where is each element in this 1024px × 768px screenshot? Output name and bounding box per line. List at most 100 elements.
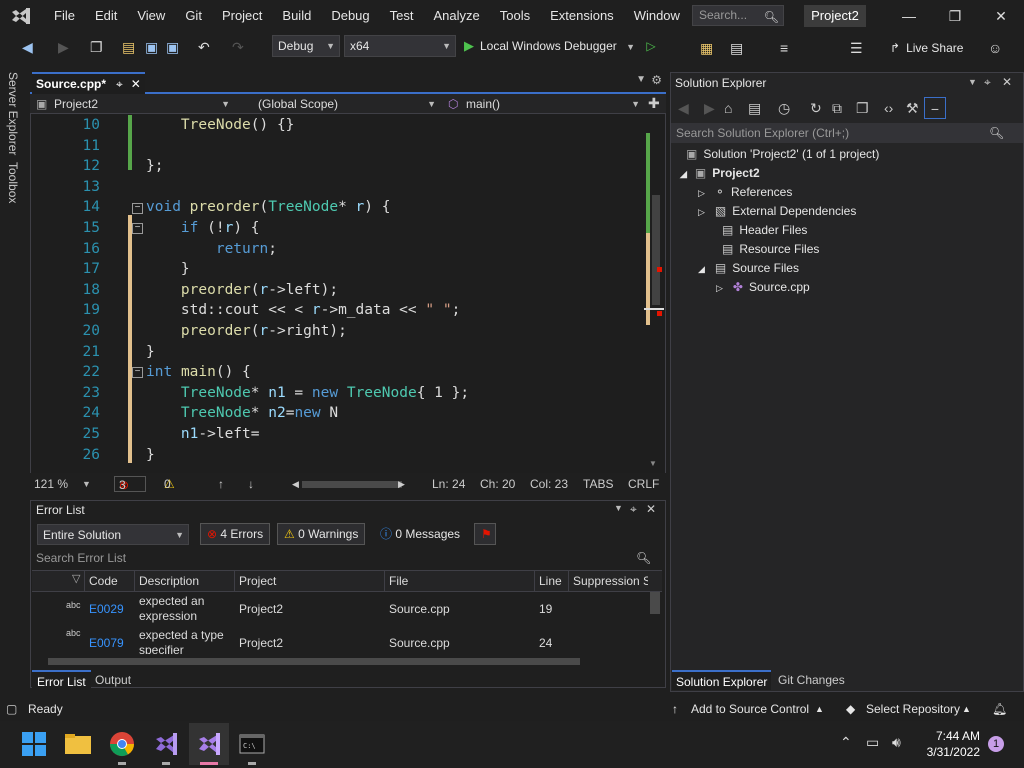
column-code[interactable]: Code [84, 571, 134, 591]
expand-icon[interactable]: ▷ [698, 188, 705, 198]
pin-icon[interactable]: ⌖ [630, 502, 637, 517]
menu-project[interactable]: Project [212, 0, 272, 32]
preview-toggle-icon[interactable]: − [924, 97, 946, 119]
solution-search-input[interactable]: Search Solution Explorer (Ctrl+;) 🔍︎ [671, 123, 1023, 143]
close-window-button[interactable]: ✕ [978, 0, 1024, 32]
comment-icon[interactable]: ☰ [850, 39, 863, 57]
code-line[interactable]: 15 if (!r) { [32, 218, 644, 239]
add-to-source-control-button[interactable]: Add to Source Control [691, 697, 809, 721]
pin-icon[interactable]: ⌖ [984, 75, 991, 90]
horizontal-scroll-thumb[interactable] [302, 481, 402, 488]
tab-output[interactable]: Output [95, 670, 131, 690]
align-icon[interactable]: ≡ [780, 39, 788, 57]
configuration-dropdown[interactable]: Debug ▼ [272, 35, 340, 57]
code-line[interactable]: 12}; [32, 156, 644, 177]
pin-icon[interactable]: ⌖ [116, 77, 123, 91]
menu-file[interactable]: File [44, 0, 85, 32]
select-repository-button[interactable]: Select Repository [866, 697, 960, 721]
close-icon[interactable]: ✕ [1002, 75, 1012, 89]
open-folder-icon[interactable]: ▤ [122, 38, 135, 56]
error-code[interactable]: E0079 [89, 636, 124, 650]
back-icon[interactable]: ◀ [22, 38, 33, 56]
notifications-bell-icon[interactable]: 🔔︎ [992, 697, 1007, 721]
code-line[interactable]: 25 n1->left= [32, 424, 644, 445]
menu-window[interactable]: Window [624, 0, 690, 32]
menu-extensions[interactable]: Extensions [540, 0, 624, 32]
column-project[interactable]: Project [234, 571, 384, 591]
back-icon[interactable]: ◀ [678, 97, 689, 119]
history-icon[interactable]: ◷ [778, 97, 790, 119]
expand-icon[interactable]: ▷ [716, 283, 723, 293]
project-dropdown[interactable]: ▣ Project2 ▼ [32, 95, 234, 113]
menu-analyze[interactable]: Analyze [423, 0, 489, 32]
previous-issue-icon[interactable]: ↑ [218, 473, 224, 495]
column-file[interactable]: File [384, 571, 534, 591]
tree-node-source-cpp[interactable]: ▷ ✤ Source.cpp [716, 278, 810, 297]
settings-gear-icon[interactable]: ⚙ [651, 73, 662, 87]
chevron-down-icon[interactable]: ▼ [626, 42, 635, 52]
scroll-left-icon[interactable]: ◀ [292, 473, 299, 495]
code-line[interactable]: 24 TreeNode* n2=new N [32, 403, 644, 424]
tree-node-external-dependencies[interactable]: ▷ ▧ External Dependencies [698, 202, 856, 221]
visual-studio-code-icon[interactable] [150, 728, 182, 760]
chevron-up-icon[interactable]: ▲ [962, 697, 971, 721]
code-line[interactable]: 18 preorder(r->left); [32, 280, 644, 301]
tab-error-list[interactable]: Error List [32, 670, 91, 690]
menu-test[interactable]: Test [380, 0, 424, 32]
code-line[interactable]: 11 [32, 136, 644, 157]
undo-icon[interactable]: ↶ [198, 38, 210, 56]
tree-node-references[interactable]: ▷ ⚬ References [698, 183, 792, 202]
code-line[interactable]: 14 void preorder(TreeNode* r) { [32, 197, 644, 218]
solution-node[interactable]: ▣ Solution 'Project2' (1 of 1 project) [686, 145, 879, 164]
menu-tools[interactable]: Tools [490, 0, 540, 32]
filter-icon[interactable]: ▽ [72, 572, 80, 585]
maximize-button[interactable]: ❐ [932, 0, 978, 32]
column-line[interactable]: Line [534, 571, 568, 591]
layout-icon[interactable]: ▤ [730, 39, 743, 57]
collapse-all-icon[interactable]: ⧉ [832, 97, 842, 119]
errors-indicator[interactable]: ⊗ 3 [114, 476, 146, 492]
redo-icon[interactable]: ↷ [232, 38, 244, 56]
chevron-down-icon[interactable]: ▼ [82, 473, 91, 495]
new-project-icon[interactable]: ❐ [90, 38, 103, 56]
start-debugging-button[interactable]: ▶ Local Windows Debugger ▼ ▷ [464, 36, 656, 57]
tree-node-resource-files[interactable]: ▤ Resource Files [722, 240, 819, 259]
project-node[interactable]: ◢ ▣ Project2 [680, 164, 760, 183]
expanded-icon[interactable]: ◢ [698, 264, 705, 274]
tree-node-header-files[interactable]: ▤ Header Files [722, 221, 807, 240]
line-ending[interactable]: CRLF [628, 473, 659, 495]
zoom-level[interactable]: 121 % [34, 473, 68, 495]
menu-view[interactable]: View [127, 0, 175, 32]
table-row[interactable]: abc E0079 expected a type specifier Proj… [32, 626, 648, 654]
table-row[interactable]: abc E0029 expected an expression Project… [32, 592, 648, 626]
forward-icon[interactable]: ▶ [58, 38, 69, 56]
folder-icon[interactable]: ▦ [700, 39, 713, 57]
toolbox-tab[interactable]: Toolbox [6, 162, 20, 203]
live-share-button[interactable]: ↱ Live Share [890, 39, 963, 57]
editor-vertical-scrollbar[interactable]: ▼ [644, 115, 664, 471]
tab-overflow-icon[interactable]: ▼ [636, 74, 646, 85]
chevron-down-icon[interactable]: ▼ [968, 77, 977, 87]
visual-studio-icon[interactable] [193, 728, 225, 760]
server-explorer-tab[interactable]: Server Explorer [6, 72, 20, 155]
warnings-filter-button[interactable]: ⚠ 0 Warnings [277, 523, 366, 545]
switch-views-icon[interactable]: ▤ [748, 97, 761, 119]
column-suppression[interactable]: Suppression S [568, 571, 648, 591]
home-icon[interactable]: ⌂ [724, 97, 732, 119]
chevron-up-icon[interactable]: ⌃ [840, 734, 852, 751]
expand-icon[interactable]: ▷ [698, 207, 705, 217]
tab-solution-explorer[interactable]: Solution Explorer [672, 670, 772, 690]
start-without-debugging-icon[interactable]: ▷ [646, 39, 655, 53]
code-line[interactable]: 13 [32, 177, 644, 198]
chevron-up-icon[interactable]: ▲ [815, 697, 824, 721]
split-editor-icon[interactable]: ✚ [648, 95, 660, 112]
chevron-down-icon[interactable]: ▼ [614, 503, 623, 513]
code-line[interactable]: 21} [32, 342, 644, 363]
scroll-down-icon[interactable]: ▼ [649, 459, 657, 468]
error-code[interactable]: E0029 [89, 602, 124, 616]
code-line[interactable]: 20 preorder(r->right); [32, 321, 644, 342]
code-line[interactable]: 23 TreeNode* n1 = new TreeNode{ 1 }; [32, 383, 644, 404]
file-explorer-icon[interactable] [62, 728, 94, 760]
forward-icon[interactable]: ▶ [704, 97, 715, 119]
network-icon[interactable]: ▭ [866, 734, 879, 751]
